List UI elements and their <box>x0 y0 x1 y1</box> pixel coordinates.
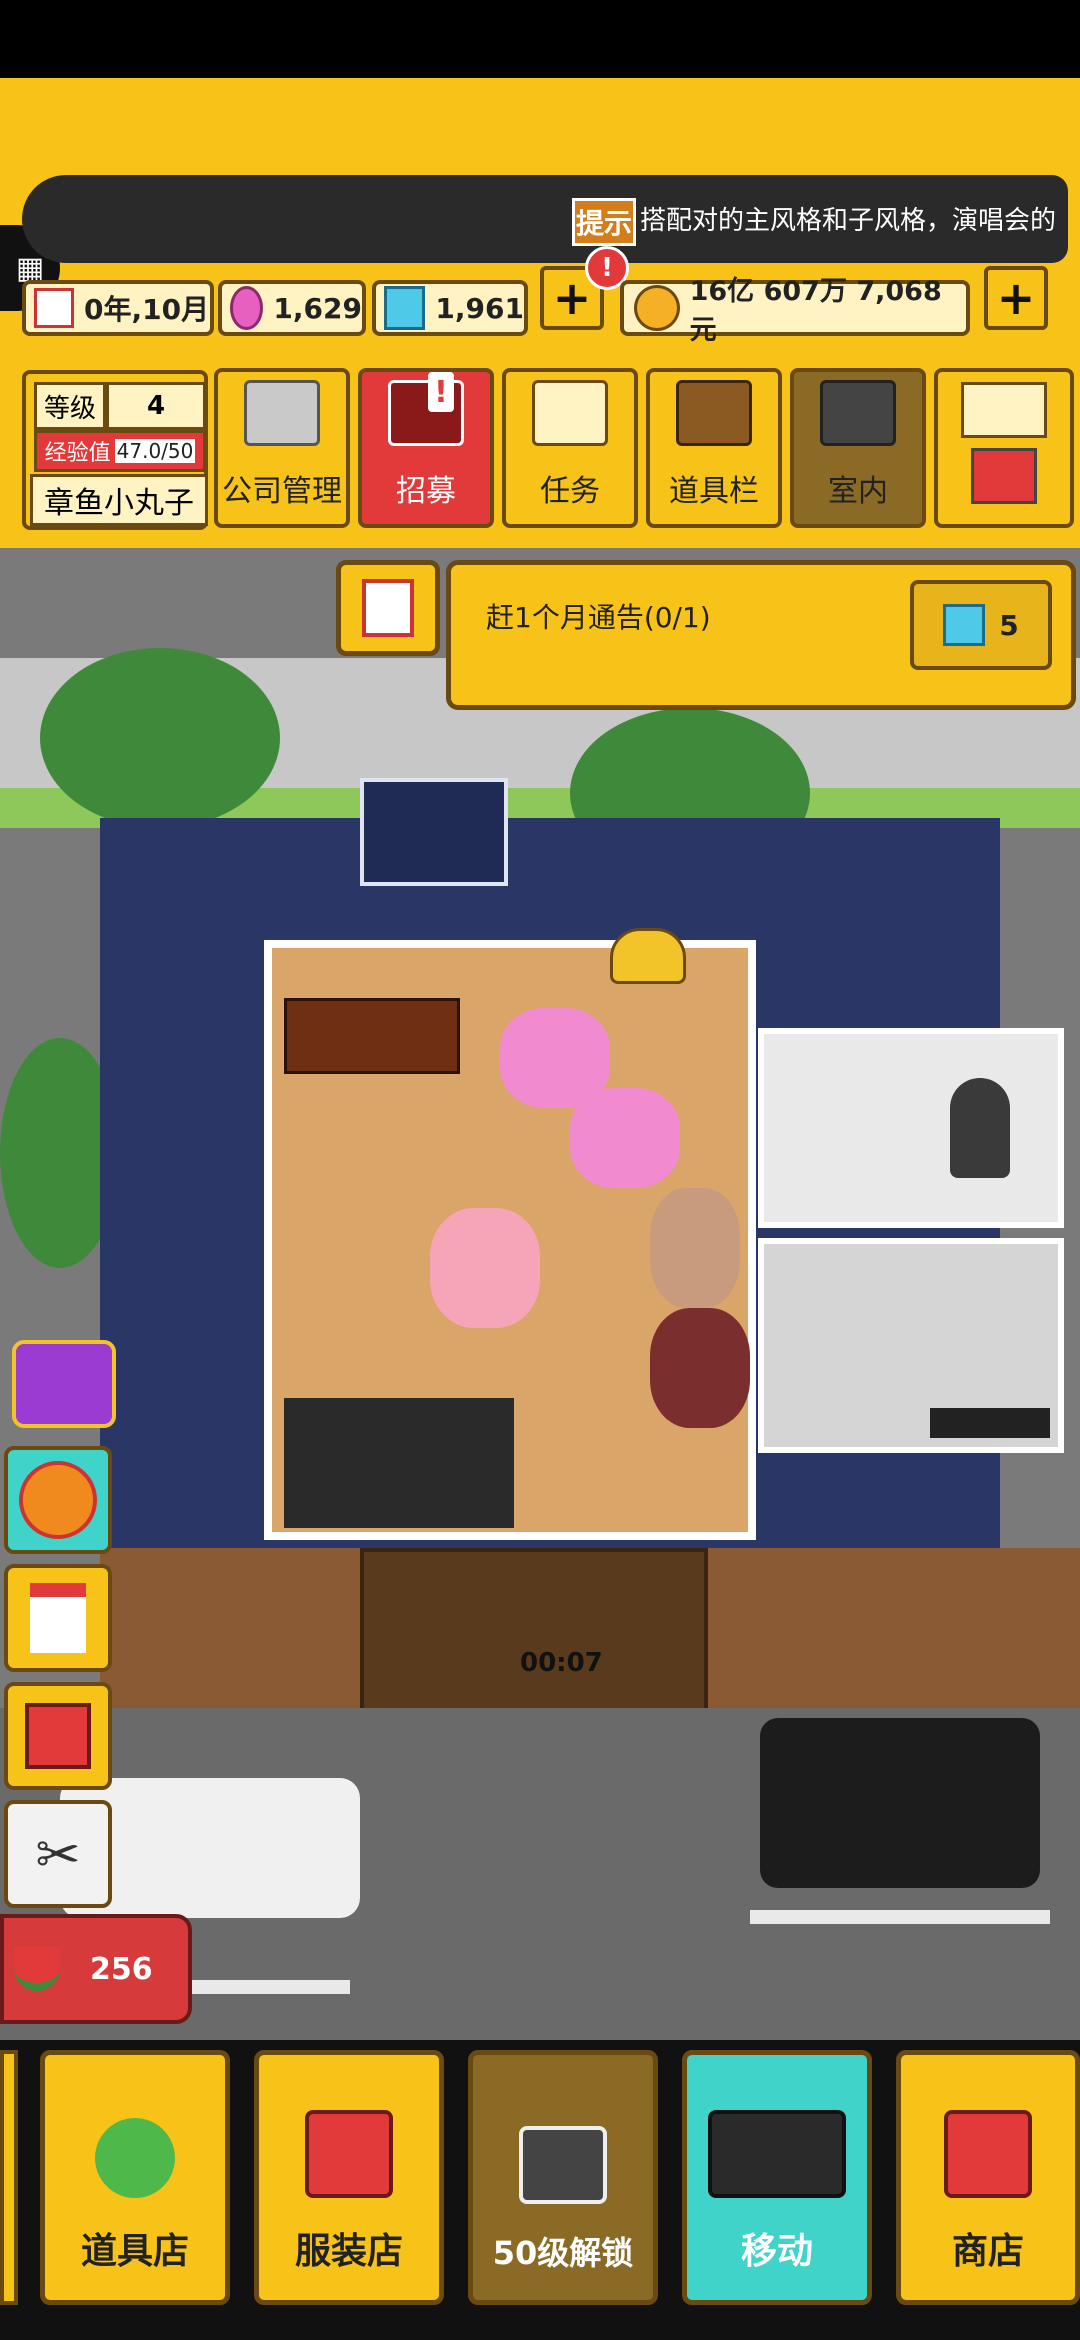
crown-event-icon[interactable] <box>12 1340 116 1428</box>
status-strip <box>0 0 1080 78</box>
clover-icon <box>95 2118 175 2198</box>
idol-character[interactable] <box>650 1308 750 1428</box>
scroll-icon <box>362 579 414 637</box>
money-counter: 16亿 607万 7,068元 <box>620 276 970 346</box>
building-icon <box>244 380 320 446</box>
interior-button[interactable]: 室内 <box>790 368 926 528</box>
shop-label: 商店 <box>951 2231 1024 2272</box>
menu-label: 招募 <box>396 474 456 509</box>
exp-bar: 经验值 47.0/50 <box>34 430 206 472</box>
date-text: 0年,10月 <box>84 293 210 326</box>
tree <box>40 648 280 828</box>
move-button[interactable]: 移动 <box>682 2050 872 2305</box>
date-display: 0年,10月 <box>22 280 214 336</box>
scissors-icon: ✂ <box>35 1822 81 1886</box>
level-value: 4 <box>106 382 206 430</box>
blue-gem-counter: 1,961 <box>372 280 528 336</box>
exp-value: 47.0/50 <box>114 439 196 463</box>
scroll-icon <box>532 380 608 446</box>
clothing-shop-button[interactable]: 服装店 <box>254 2050 444 2305</box>
ticker-tip-badge: 提示 <box>572 198 636 246</box>
blue-gem-icon <box>384 286 426 330</box>
keyboard <box>930 1408 1050 1438</box>
shop-label: 服装店 <box>294 2231 403 2272</box>
quest-reward-value: 5 <box>999 608 1019 642</box>
chandelier-sign <box>360 778 508 886</box>
scissors-button[interactable]: ✂ <box>4 1800 112 1908</box>
blue-gem-icon <box>943 604 986 646</box>
calendar-icon <box>30 1583 86 1653</box>
road-marking <box>750 1910 1050 1924</box>
ticker-text: 搭配对的主风格和子风格，演唱会的 <box>640 206 1057 236</box>
calendar-icon <box>34 288 74 328</box>
locked-shop-button[interactable]: 50级解锁 <box>468 2050 658 2305</box>
black-van[interactable] <box>760 1718 1040 1888</box>
menu-label: 任务 <box>540 474 600 509</box>
paint-roller-icon <box>820 380 896 446</box>
game-scene[interactable]: 00:07 <box>0 548 1080 2040</box>
quest-reward[interactable]: 5 <box>910 580 1052 670</box>
company-management-button[interactable]: 公司管理 <box>214 368 350 528</box>
mail-icon <box>961 382 1047 438</box>
gift-icon <box>25 1703 91 1769</box>
add-money-button[interactable]: + <box>984 266 1048 330</box>
timer-label: 00:07 <box>520 1648 603 1678</box>
staff-character[interactable] <box>950 1078 1010 1178</box>
coin-icon <box>634 285 680 331</box>
chest-icon <box>676 380 752 446</box>
menu-label: 室内 <box>828 474 888 509</box>
idol-character[interactable] <box>650 1188 740 1308</box>
quest-text: 赶1个月通告(0/1) <box>486 601 711 634</box>
sofa <box>284 1398 514 1528</box>
watermelon-counter[interactable]: 256 <box>0 1914 192 2024</box>
exp-label: 经验值 <box>44 441 111 466</box>
quest-scroll-button[interactable] <box>336 560 440 656</box>
menu-label: 道具栏 <box>669 474 759 509</box>
mail-repair-button[interactable] <box>934 368 1074 528</box>
inventory-button[interactable]: 道具栏 <box>646 368 782 528</box>
level-label: 等级 <box>34 382 106 430</box>
bottom-bar-edge <box>0 2050 18 2305</box>
pink-gem-counter: 1,629 <box>218 280 366 336</box>
shop-label: 50级解锁 <box>492 2234 634 2272</box>
gift-button[interactable] <box>4 1682 112 1790</box>
recruit-alert-badge: ! <box>428 372 454 412</box>
blue-gem-value: 1,961 <box>435 291 524 325</box>
item-shop-button[interactable]: 道具店 <box>40 2050 230 2305</box>
recruit-button[interactable]: 招募 <box>358 368 494 528</box>
pink-gem-value: 1,629 <box>273 291 362 325</box>
shop-label: 移动 <box>740 2231 813 2272</box>
watermelon-icon <box>14 1947 60 1991</box>
trophy-icon <box>610 928 686 984</box>
shirt-icon <box>305 2110 393 2198</box>
roulette-button[interactable] <box>4 1446 112 1554</box>
calendar-button[interactable] <box>4 1564 112 1672</box>
van-icon <box>708 2110 846 2198</box>
pink-gem-icon <box>230 286 264 330</box>
store-button[interactable]: 商店 <box>896 2050 1080 2305</box>
menu-label: 公司管理 <box>222 474 342 509</box>
idol-character[interactable] <box>430 1208 540 1328</box>
store-icon <box>944 2110 1032 2198</box>
money-value: 16亿 607万 7,068元 <box>689 276 942 346</box>
desk <box>284 998 460 1074</box>
shop-label: 道具店 <box>80 2231 189 2272</box>
road-marking <box>190 1980 350 1994</box>
hammer-icon <box>971 448 1037 504</box>
watermelon-count: 256 <box>90 1951 153 1987</box>
roulette-icon <box>19 1461 97 1539</box>
lounge-room[interactable] <box>758 1028 1064 1228</box>
player-name: 章鱼小丸子 <box>30 474 208 526</box>
idol-character[interactable] <box>570 1088 680 1188</box>
tasks-button[interactable]: 任务 <box>502 368 638 528</box>
camera-icon <box>519 2126 607 2204</box>
